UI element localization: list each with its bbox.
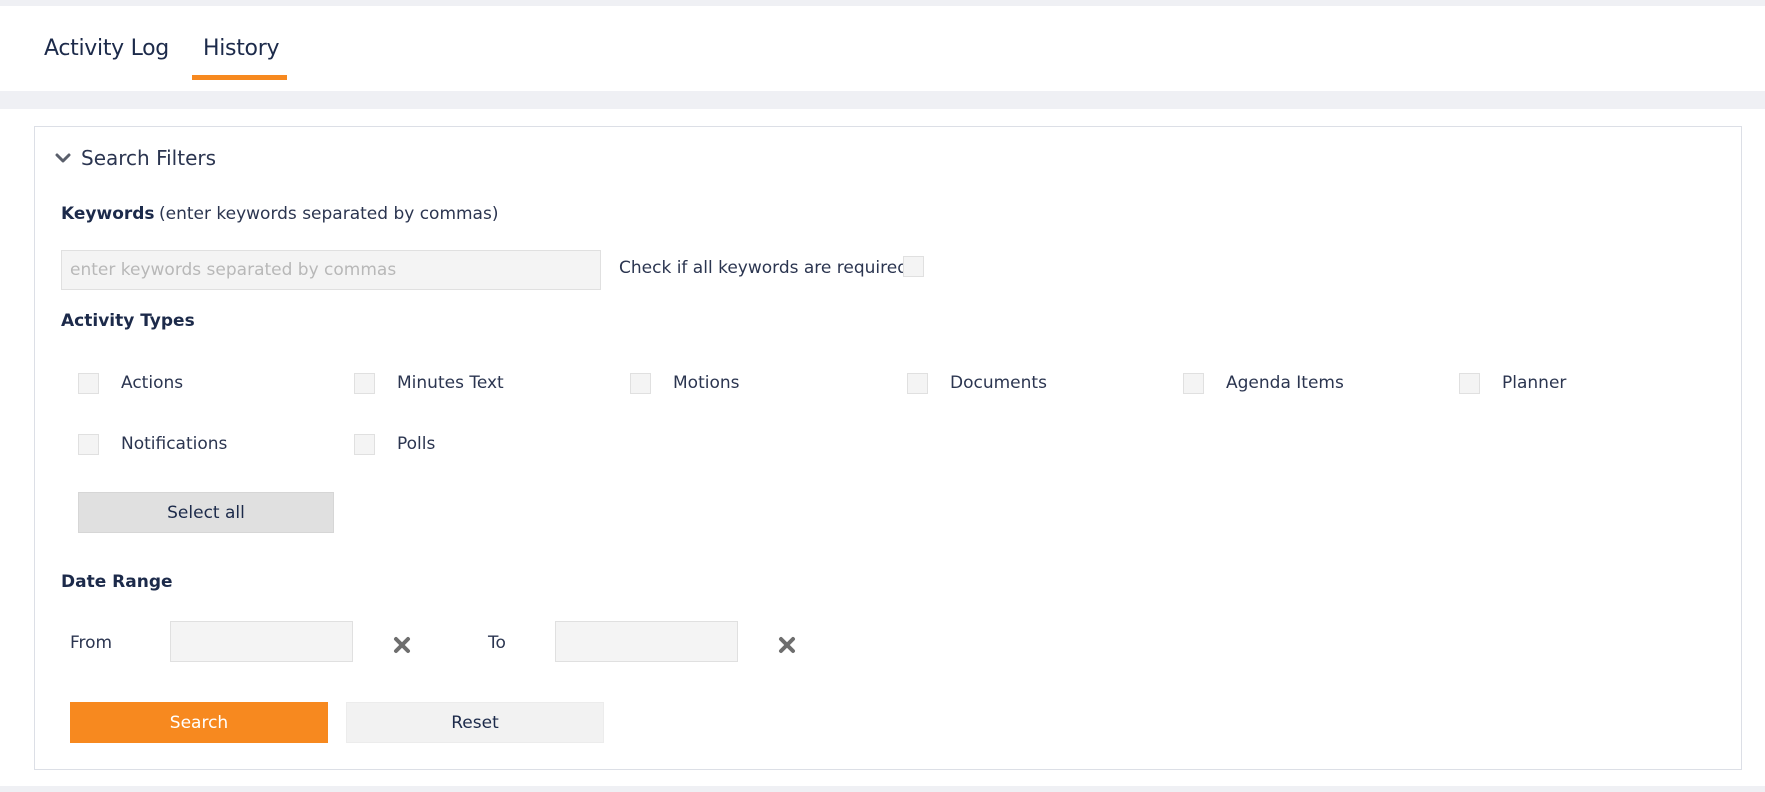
activity-type-label: Documents [950,373,1047,393]
activity-type-motions[interactable]: Motions [630,368,740,398]
search-filters-title: Search Filters [81,146,217,170]
reset-button[interactable]: Reset [346,702,604,743]
to-date-input[interactable] [555,621,738,662]
activity-type-checkbox[interactable] [630,372,651,394]
activity-type-agenda-items[interactable]: Agenda Items [1183,368,1344,398]
keywords-input[interactable] [61,250,601,290]
activity-type-planner[interactable]: Planner [1459,368,1566,398]
from-date-input[interactable] [170,621,353,662]
activity-type-label: Actions [121,373,184,393]
activity-type-checkbox[interactable] [1183,372,1204,394]
select-all-button[interactable]: Select all [78,492,334,533]
require-all-keywords-label: Check if all keywords are required [619,258,909,278]
activity-type-minutes-text[interactable]: Minutes Text [354,368,504,398]
chevron-down-icon [55,153,71,163]
activity-type-documents[interactable]: Documents [907,368,1047,398]
activity-type-checkbox[interactable] [354,372,375,394]
keywords-label: Keywords [61,204,155,224]
bottom-strip [0,786,1765,792]
activity-type-notifications[interactable]: Notifications [78,429,227,459]
activity-types-label: Activity Types [61,311,195,331]
require-all-keywords-checkbox[interactable] [903,256,924,277]
activity-type-label: Minutes Text [397,373,504,393]
activity-type-checkbox[interactable] [354,433,375,455]
activity-type-label: Planner [1502,373,1567,393]
activity-type-label: Notifications [121,434,228,454]
active-tab-indicator [192,75,287,80]
activity-type-checkbox[interactable] [78,372,99,394]
tab-activity-log[interactable]: Activity Log [44,36,169,76]
activity-type-checkbox[interactable] [78,433,99,455]
activity-type-checkbox[interactable] [1459,372,1480,394]
from-label: From [70,633,113,653]
keywords-hint: (enter keywords separated by commas) [159,204,499,224]
activity-type-label: Polls [397,434,436,454]
search-filters-panel: Search Filters Keywords (enter keywords … [34,126,1742,770]
search-button[interactable]: Search [70,702,328,743]
activity-type-polls[interactable]: Polls [354,429,435,459]
keywords-label-row: Keywords (enter keywords separated by co… [61,204,498,224]
tab-history[interactable]: History [203,36,279,76]
close-icon[interactable] [393,636,411,654]
activity-type-checkbox[interactable] [907,372,928,394]
activity-type-label: Motions [673,373,740,393]
activity-type-actions[interactable]: Actions [78,368,183,398]
tab-bar: Activity Log History [0,6,1765,91]
to-label: To [488,633,506,653]
close-icon[interactable] [778,636,796,654]
activity-type-label: Agenda Items [1226,373,1344,393]
divider-band [0,91,1765,109]
search-filters-toggle[interactable]: Search Filters [55,143,216,173]
date-range-label: Date Range [61,572,173,592]
